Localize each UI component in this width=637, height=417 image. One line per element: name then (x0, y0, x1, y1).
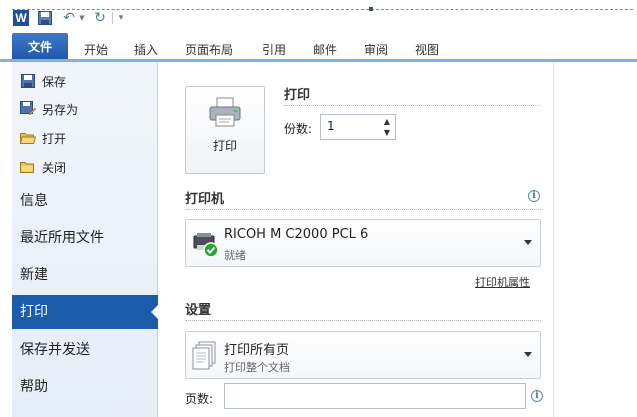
printer-properties-link[interactable]: 打印机属性 (475, 274, 530, 290)
print-range-dropdown[interactable]: 打印所有页 打印整个文档 (185, 331, 541, 379)
command-save-as[interactable]: 另存为 (20, 98, 78, 120)
command-label: 另存为 (42, 102, 79, 117)
dropdown-arrow-icon (524, 240, 532, 245)
info-icon[interactable]: i (531, 390, 543, 402)
pages-icon (192, 341, 218, 371)
printer-ready-icon (192, 230, 220, 258)
printer-status: 就绪 (224, 249, 246, 262)
undo-dropdown-icon[interactable]: ▼ (78, 10, 86, 26)
pages-input[interactable] (224, 383, 526, 409)
stepper-up-icon[interactable]: ▲ (381, 117, 393, 127)
qat-separator (112, 12, 113, 24)
print-button[interactable]: 打印 (185, 86, 265, 174)
backstage-nav: 保存 另存为 打开 关闭 信息 最近所用文件 新建 打印 保存并发送 帮助 (12, 62, 159, 417)
divider (284, 105, 540, 106)
dropdown-arrow-icon (524, 352, 532, 357)
printer-name: RICOH M C2000 PCL 6 (224, 227, 369, 242)
nav-tab-help[interactable]: 帮助 (12, 370, 158, 404)
word-logo-icon[interactable]: W (13, 10, 29, 26)
nav-tab-recent[interactable]: 最近所用文件 (12, 221, 158, 255)
divider (185, 209, 541, 210)
save-as-icon (20, 101, 36, 117)
divider (185, 320, 541, 321)
preview-area (555, 62, 637, 417)
settings-heading: 设置 (185, 303, 212, 318)
command-open[interactable]: 打开 (20, 127, 66, 149)
print-panel: 打印 打印 份数: 1 ▲ ▼ 打印机 i RICOH M C2000 PCL … (158, 62, 554, 417)
print-button-label: 打印 (212, 139, 237, 153)
save-icon (20, 73, 36, 89)
copies-value[interactable]: 1 (327, 119, 335, 133)
command-save[interactable]: 保存 (20, 70, 66, 92)
command-label: 关闭 (42, 160, 67, 175)
nav-tab-save-send[interactable]: 保存并发送 (12, 333, 158, 367)
close-folder-icon (20, 159, 36, 175)
nav-tab-info[interactable]: 信息 (12, 184, 158, 218)
nav-tab-print-label: 打印 (20, 304, 48, 320)
command-label: 保存 (42, 74, 67, 89)
printer-dropdown[interactable]: RICOH M C2000 PCL 6 就绪 (185, 219, 541, 267)
customize-icon[interactable]: ▾ (117, 10, 125, 26)
print-range-desc: 打印整个文档 (224, 361, 290, 374)
command-label: 打开 (42, 131, 67, 146)
ribbon-tab-bar: 文件 开始 插入 页面布局 引用 邮件 审阅 视图 (0, 32, 637, 63)
command-close[interactable]: 关闭 (20, 156, 66, 178)
open-folder-icon (20, 130, 36, 146)
selection-handle[interactable] (369, 7, 373, 11)
undo-icon[interactable]: ↶ (61, 10, 77, 26)
copies-stepper[interactable]: 1 ▲ ▼ (320, 114, 396, 140)
nav-tab-new[interactable]: 新建 (12, 258, 158, 292)
print-heading: 打印 (284, 88, 311, 103)
nav-tab-print[interactable]: 打印 (12, 295, 159, 329)
stepper-down-icon[interactable]: ▼ (381, 128, 393, 138)
print-range-name: 打印所有页 (224, 343, 290, 358)
save-icon[interactable] (38, 10, 52, 26)
info-icon[interactable]: i (528, 190, 540, 202)
printer-heading: 打印机 (185, 192, 225, 207)
copies-label: 份数: (284, 122, 313, 136)
quick-access-toolbar: W ↶ ▼ ↻ ▾ (0, 0, 637, 32)
redo-icon[interactable]: ↻ (93, 10, 107, 26)
printer-icon (208, 97, 242, 131)
pages-label: 页数: (185, 392, 214, 406)
